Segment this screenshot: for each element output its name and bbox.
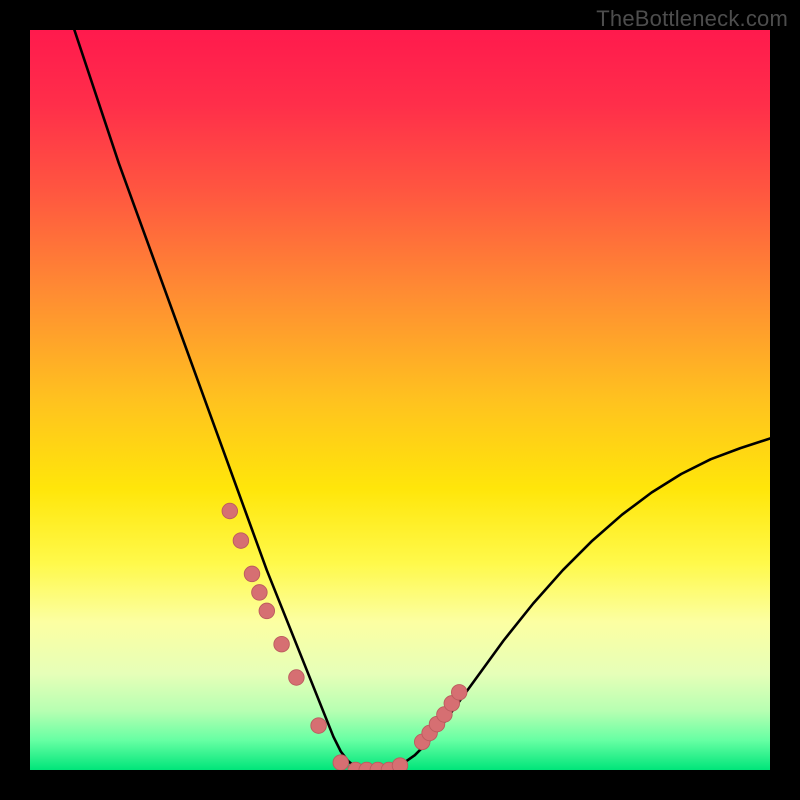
outer-frame: TheBottleneck.com [0,0,800,800]
bottleneck-curve [74,30,770,770]
watermark-text: TheBottleneck.com [596,6,788,32]
highlight-point [274,636,290,652]
highlight-point [333,755,349,770]
highlight-point [311,718,327,734]
highlight-point [244,566,260,582]
highlight-point [233,533,249,549]
highlight-point [222,503,238,519]
highlight-point [392,758,408,770]
highlight-point [252,585,268,601]
plot-area [30,30,770,770]
highlight-point [289,670,305,686]
highlight-point [259,603,275,619]
highlight-markers [222,503,467,770]
highlight-point [451,685,467,701]
curve-layer [30,30,770,770]
